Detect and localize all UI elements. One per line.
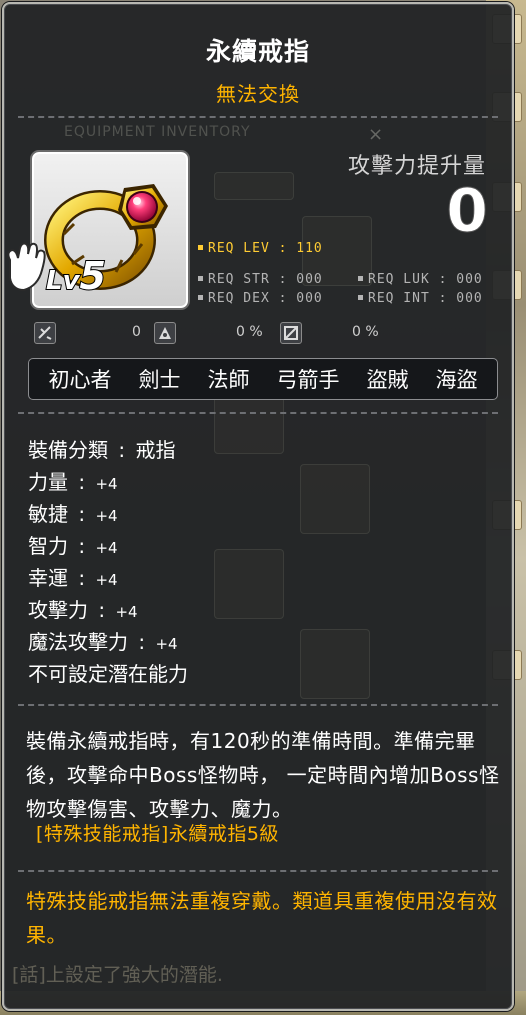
job-requirement-bar: 初心者 劍士 法師 弓箭手 盜賊 海盜	[28, 358, 498, 400]
mini-boss-icon	[154, 322, 176, 344]
stat-category: 裝備分類 : 戒指	[28, 438, 176, 462]
mini-stat-second: 0 %	[236, 324, 263, 340]
background-slot	[214, 549, 284, 619]
job-magician: 法師	[207, 368, 250, 392]
attack-increase-value: 0	[446, 176, 489, 247]
mini-stat-icon	[34, 322, 56, 344]
job-beginner: 初心者	[48, 368, 112, 392]
req-int: REQ INT : 000	[358, 291, 483, 306]
req-str: REQ STR : 000	[198, 272, 323, 287]
stat-value: +4	[115, 603, 138, 621]
background-tab	[214, 172, 294, 200]
trade-status: 無法交換	[216, 82, 300, 106]
job-pirate: 海盜	[435, 368, 478, 392]
stat-name: 幸運	[28, 566, 68, 590]
stat-name: 力量	[28, 470, 68, 494]
stat-name: 攻擊力	[28, 598, 88, 622]
stat-magic-attack: 魔法攻擊力 : +4	[28, 630, 178, 654]
req-level-text: REQ LEV : 110	[208, 241, 323, 256]
stat-attack: 攻擊力 : +4	[28, 598, 138, 622]
req-int-text: REQ INT : 000	[368, 291, 483, 306]
divider	[18, 412, 498, 414]
stat-name: 敏捷	[28, 502, 68, 526]
background-slot	[300, 629, 370, 699]
item-description: 裝備永續戒指時，有120秒的準備時間。準備完畢後，攻擊命中Boss怪物時， 一定…	[26, 729, 500, 821]
background-close-icon: ×	[368, 124, 384, 145]
divider	[18, 870, 498, 872]
divider	[18, 116, 498, 118]
stat-dex: 敏捷 : +4	[28, 502, 118, 526]
req-luk-text: REQ LUK : 000	[368, 272, 483, 287]
stat-value: 戒指	[135, 438, 176, 462]
stat-int: 智力 : +4	[28, 534, 118, 558]
stat-name: 魔法攻擊力	[28, 630, 128, 654]
stat-luk: 幸運 : +4	[28, 566, 118, 590]
background-inventory-title: EQUIPMENT INVENTORY	[64, 124, 251, 140]
job-thief: 盜賊	[366, 368, 409, 392]
skill-link: [特殊技能戒指]永續戒指5級	[36, 823, 279, 845]
job-bowman: 弓箭手	[276, 368, 340, 392]
stat-str: 力量 : +4	[28, 470, 118, 494]
stat-value: +4	[95, 507, 118, 525]
stat-value: +4	[155, 635, 178, 653]
req-dex: REQ DEX : 000	[198, 291, 323, 306]
stat-value: +4	[95, 539, 118, 557]
duplicate-notice: 特殊技能戒指無法重複穿戴。類道具重複使用沒有效果。	[26, 889, 498, 947]
item-name: 永續戒指	[205, 37, 310, 66]
background-chat-line: [話]上設定了強大的潛能.	[12, 964, 223, 986]
mini-stat-first: 0	[132, 324, 141, 340]
stat-name: 智力	[28, 534, 68, 558]
stat-value: +4	[95, 475, 118, 493]
item-level-badge: Lv5	[45, 253, 107, 299]
level-badge-prefix: Lv	[45, 265, 80, 297]
pointer-hand-icon	[7, 242, 46, 292]
req-dex-text: REQ DEX : 000	[208, 291, 323, 306]
potential-note: 不可設定潛在能力	[28, 662, 188, 686]
divider	[18, 704, 498, 706]
job-warrior: 劍士	[138, 368, 181, 392]
mini-ignore-icon	[280, 322, 302, 344]
req-str-text: REQ STR : 000	[208, 272, 323, 287]
stat-name: 裝備分類	[28, 438, 108, 462]
req-luk: REQ LUK : 000	[358, 272, 483, 287]
req-level: REQ LEV : 110	[198, 241, 323, 256]
mini-stat-third: 0 %	[352, 324, 379, 340]
level-badge-value: 5	[78, 253, 106, 299]
background-slot	[300, 464, 370, 534]
item-tooltip: EQUIPMENT INVENTORY × 永續戒指 無法交換 Lv5 攻擊力提…	[2, 2, 514, 1011]
stat-value: +4	[95, 571, 118, 589]
